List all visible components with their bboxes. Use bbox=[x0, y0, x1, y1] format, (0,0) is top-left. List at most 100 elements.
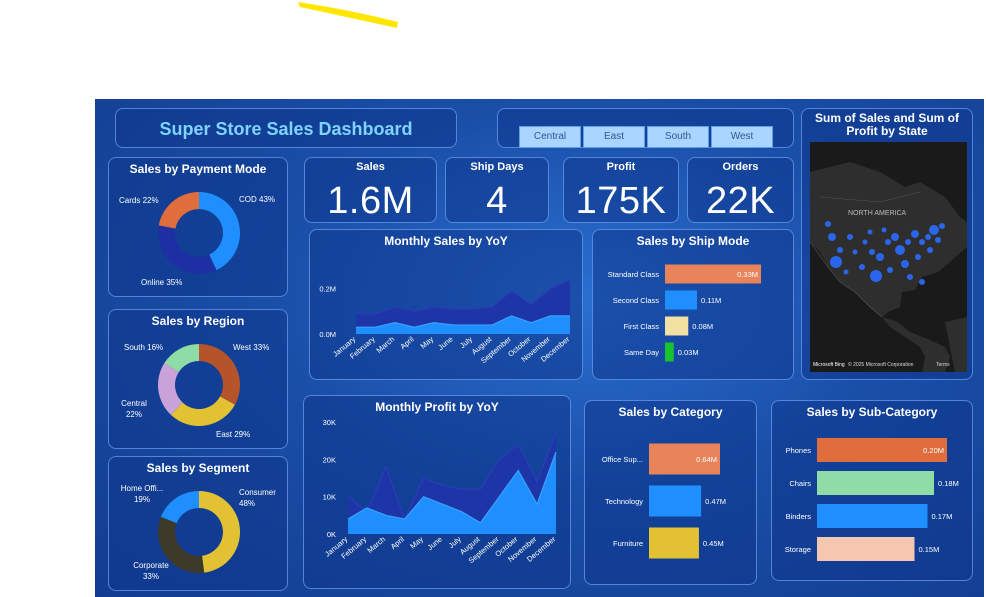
slicer-east[interactable]: East bbox=[583, 126, 645, 148]
subcategory-card: Sales by Sub-Category Phones 0.20M Chairs 0… bbox=[771, 400, 973, 581]
kpi-orders-label: Orders bbox=[722, 161, 759, 173]
slicer-central[interactable]: Central bbox=[519, 126, 581, 148]
monthly-sales-xtick: June bbox=[436, 335, 454, 352]
category-chart[interactable]: Office Sup... 0.64M Technology 0.47M Furnitu… bbox=[587, 425, 756, 583]
ship-mode-bar-1[interactable] bbox=[665, 290, 697, 310]
kpi-shipdays-card: Ship Days 4 bbox=[445, 157, 549, 223]
region-label-south: South 16% bbox=[124, 343, 164, 352]
category-bar-2[interactable] bbox=[649, 527, 699, 559]
category-title: Sales by Category bbox=[618, 405, 723, 419]
monthly-sales-xtick: March bbox=[374, 335, 396, 355]
subcategory-value-label: 0.18M bbox=[938, 479, 959, 488]
payment-label-cod: COD 43% bbox=[239, 195, 276, 204]
category-category-label: Office Sup... bbox=[602, 455, 643, 464]
subcategory-category-label: Phones bbox=[786, 446, 812, 455]
monthly-profit-ytick: 10K bbox=[323, 493, 336, 502]
monthly-profit-ytick: 0K bbox=[327, 530, 336, 539]
ship-mode-value-label: 0.11M bbox=[701, 296, 721, 305]
ship-mode-category-label: Same Day bbox=[624, 348, 659, 357]
segment-title: Sales by Segment bbox=[146, 461, 250, 475]
payment-slice-1[interactable] bbox=[158, 225, 217, 274]
region-slice-0[interactable] bbox=[199, 344, 240, 405]
ship-mode-category-label: Second Class bbox=[613, 296, 660, 305]
map-credit: © 2025 Microsoft Corporation bbox=[848, 361, 914, 368]
monthly-profit-title: Monthly Profit by YoY bbox=[375, 400, 499, 414]
segment-card: Sales by Segment Consumer 48% Corporate … bbox=[108, 456, 288, 591]
monthly-sales-ytick: 0.0M bbox=[319, 330, 336, 339]
kpi-profit-card: Profit 175K bbox=[563, 157, 679, 223]
monthly-profit-card: Monthly Profit by YoY January February Mar… bbox=[303, 395, 571, 589]
slicer-west[interactable]: West bbox=[711, 126, 773, 148]
category-value-label: 0.45M bbox=[703, 539, 724, 548]
monthly-sales-chart[interactable]: JanuaryFebruaryMarch April May June JulyAugu… bbox=[314, 252, 580, 378]
dashboard-title-card: Super Store Sales Dashboard bbox=[115, 108, 457, 148]
kpi-shipdays-value: 4 bbox=[486, 180, 508, 222]
subcategory-value-label: 0.20M bbox=[923, 446, 944, 455]
ship-mode-value-label: 0.08M bbox=[692, 322, 713, 331]
monthly-profit-xtick: March bbox=[365, 535, 387, 555]
monthly-profit-ytick: 30K bbox=[323, 418, 336, 427]
category-category-label: Technology bbox=[605, 497, 643, 506]
ship-mode-category-label: Standard Class bbox=[608, 270, 660, 279]
kpi-sales-label: Sales bbox=[356, 161, 385, 173]
payment-slice-2[interactable] bbox=[158, 192, 199, 229]
ship-mode-chart[interactable]: Standard Class 0.33M Second Class 0.11M Firs… bbox=[595, 254, 793, 376]
subcategory-category-label: Chairs bbox=[789, 479, 811, 488]
subcategory-bar-3[interactable] bbox=[817, 537, 915, 561]
monthly-sales-xtick: May bbox=[418, 334, 435, 350]
region-title: Sales by Region bbox=[151, 314, 245, 328]
map-visual[interactable]: NORTH AMERICA Microsoft Bing © 2025 Micr… bbox=[810, 142, 967, 372]
category-value-label: 0.47M bbox=[705, 497, 726, 506]
kpi-orders-value: 22K bbox=[705, 180, 776, 222]
segment-label-corporate: Corporate 33% bbox=[133, 561, 169, 581]
monthly-profit-xtick: May bbox=[408, 534, 425, 550]
kpi-sales-value: 1.6M bbox=[327, 180, 414, 222]
region-label-east: East 29% bbox=[216, 430, 251, 439]
region-card: Sales by Region West 33% East 29% Centra… bbox=[108, 309, 288, 449]
ship-mode-bar-2[interactable] bbox=[665, 316, 689, 336]
ship-mode-bar-3[interactable] bbox=[665, 342, 674, 362]
ship-mode-category-label: First Class bbox=[624, 322, 660, 331]
segment-label-consumer: Consumer 48% bbox=[239, 488, 276, 508]
map-brand: Microsoft Bing bbox=[813, 362, 845, 368]
monthly-sales-ytick: 0.2M bbox=[319, 285, 336, 294]
region-label-central: Central 22% bbox=[121, 399, 147, 419]
dashboard-title: Super Store Sales Dashboard bbox=[159, 119, 413, 139]
payment-mode-title: Sales by Payment Mode bbox=[129, 162, 267, 176]
subcategory-category-label: Storage bbox=[785, 545, 811, 554]
region-donut[interactable] bbox=[154, 340, 244, 430]
payment-label-cards: Cards 22% bbox=[119, 196, 159, 205]
region-slicer: Central East South West bbox=[497, 108, 794, 148]
monthly-profit-chart[interactable]: JanuaryFebruaryMarch April May June JulyAugu… bbox=[308, 416, 568, 586]
kpi-profit-label: Profit bbox=[606, 161, 636, 173]
ship-mode-value-label: 0.33M bbox=[737, 270, 758, 279]
subcategory-value-label: 0.15M bbox=[919, 545, 940, 554]
subcategory-category-label: Binders bbox=[786, 512, 812, 521]
monthly-sales-xtick: April bbox=[398, 334, 416, 351]
slicer-south[interactable]: South bbox=[647, 126, 709, 148]
map-continent-label: NORTH AMERICA bbox=[848, 210, 907, 217]
ship-mode-value-label: 0.03M bbox=[678, 348, 699, 357]
subcategory-chart[interactable]: Phones 0.20M Chairs 0.18M Binders 0.17M Storag… bbox=[774, 425, 972, 579]
category-value-label: 0.64M bbox=[696, 455, 717, 464]
monthly-sales-title: Monthly Sales by YoY bbox=[384, 234, 508, 248]
kpi-profit-value: 175K bbox=[575, 180, 667, 222]
ship-mode-title: Sales by Ship Mode bbox=[636, 234, 750, 248]
kpi-shipdays-label: Ship Days bbox=[470, 161, 524, 173]
segment-slice-0[interactable] bbox=[199, 491, 240, 573]
payment-mode-donut[interactable] bbox=[154, 188, 244, 278]
category-category-label: Furniture bbox=[613, 539, 643, 548]
map-card: Sum of Sales and Sum of Profit by State … bbox=[801, 108, 973, 380]
category-bar-1[interactable] bbox=[649, 485, 702, 517]
category-card: Sales by Category Office Sup... 0.64M Tech… bbox=[584, 400, 757, 585]
subcategory-title: Sales by Sub-Category bbox=[806, 405, 938, 419]
payment-label-online: Online 35% bbox=[141, 278, 183, 287]
ship-mode-card: Sales by Ship Mode Standard Class 0.33M Se… bbox=[592, 229, 794, 380]
monthly-profit-xtick: April bbox=[389, 534, 407, 551]
kpi-orders-card: Orders 22K bbox=[687, 157, 794, 223]
map-title: Sum of Sales and Sum of Profit by State bbox=[814, 111, 960, 138]
monthly-profit-ytick: 20K bbox=[323, 455, 336, 464]
subcategory-bar-1[interactable] bbox=[817, 471, 934, 495]
subcategory-bar-2[interactable] bbox=[817, 504, 928, 528]
dashboard-canvas: Super Store Sales Dashboard Central East… bbox=[95, 99, 984, 597]
